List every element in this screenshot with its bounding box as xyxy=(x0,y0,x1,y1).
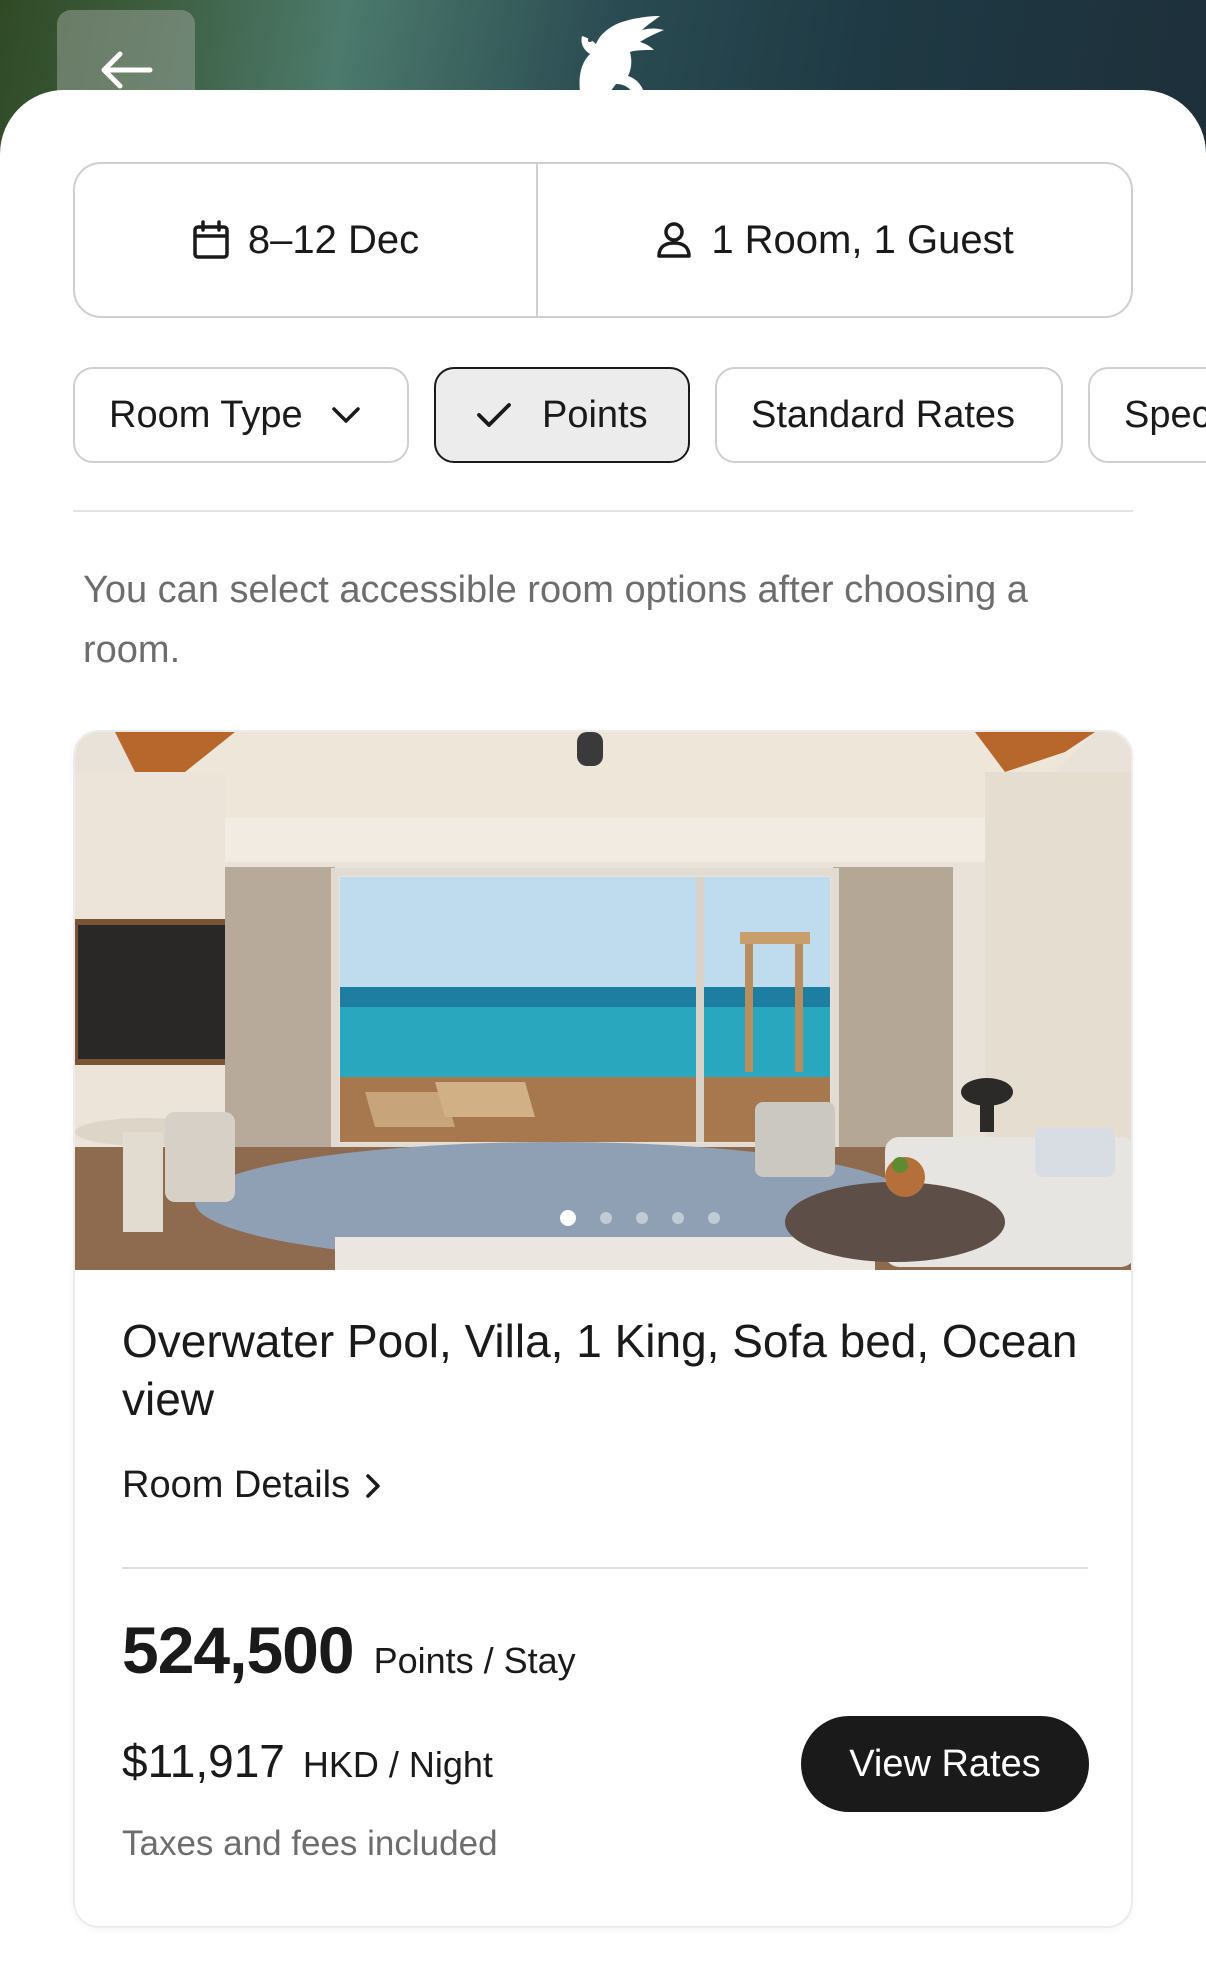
cash-price: $11,917 HKD / Night xyxy=(122,1734,493,1788)
card-divider xyxy=(122,1567,1088,1569)
filter-points[interactable]: Points xyxy=(434,367,690,463)
filter-standard-rates-label: Standard Rates xyxy=(751,393,1016,436)
guests-selector[interactable]: 1 Room, 1 Guest xyxy=(538,164,1131,316)
chevron-right-icon xyxy=(366,1473,380,1498)
filter-spec-label: Spec xyxy=(1124,393,1206,436)
room-title: Overwater Pool, Villa, 1 King, Sofa bed,… xyxy=(122,1315,1078,1425)
accessibility-note: You can select accessible room options a… xyxy=(83,569,1028,671)
filter-room-type-label: Room Type xyxy=(109,393,303,436)
search-summary-bar: 8–12 Dec 1 Room, 1 Guest xyxy=(73,162,1133,318)
room-details-link[interactable]: Room Details xyxy=(122,1464,382,1507)
griffin-logo-icon xyxy=(579,16,664,92)
carousel-dot[interactable] xyxy=(708,1212,720,1224)
filter-spec[interactable]: Spec xyxy=(1088,367,1206,463)
guests-label: 1 Room, 1 Guest xyxy=(711,217,1014,262)
filter-chips: Room Type Points Standard Rates Spec xyxy=(73,367,1206,463)
chevron-down-icon xyxy=(331,407,360,423)
checkmark-icon xyxy=(477,403,511,427)
points-price: 524,500 Points / Stay xyxy=(122,1612,576,1688)
view-rates-label: View Rates xyxy=(849,1742,1041,1785)
arrow-left-icon xyxy=(101,51,153,89)
carousel-dot[interactable] xyxy=(600,1212,612,1224)
filter-points-label: Points xyxy=(542,393,648,436)
points-unit: Points / Stay xyxy=(373,1640,576,1681)
results-sheet: 8–12 Dec 1 Room, 1 Guest Room Type Point… xyxy=(0,90,1206,1987)
view-rates-button[interactable]: View Rates xyxy=(801,1716,1089,1812)
room-photo[interactable] xyxy=(75,732,1131,1270)
price-unit: HKD / Night xyxy=(302,1744,493,1785)
room-card: Overwater Pool, Villa, 1 King, Sofa bed,… xyxy=(73,730,1133,1928)
filter-standard-rates[interactable]: Standard Rates xyxy=(715,367,1063,463)
calendar-icon xyxy=(193,220,229,259)
points-value: 524,500 xyxy=(122,1613,355,1687)
carousel-dot[interactable] xyxy=(636,1212,648,1224)
room-details-label: Room Details xyxy=(122,1464,351,1506)
price-value: $11,917 xyxy=(122,1735,285,1787)
dates-label: 8–12 Dec xyxy=(247,217,420,262)
filter-room-type[interactable]: Room Type xyxy=(73,367,409,463)
carousel-dot[interactable] xyxy=(672,1212,684,1224)
taxes-note: Taxes and fees included xyxy=(122,1824,498,1863)
person-icon xyxy=(657,222,692,258)
room-photo-image xyxy=(75,732,1131,1270)
divider xyxy=(73,510,1133,512)
dates-selector[interactable]: 8–12 Dec xyxy=(75,164,538,316)
carousel-dot-active[interactable] xyxy=(560,1210,576,1226)
carousel-dots xyxy=(75,1210,1131,1226)
